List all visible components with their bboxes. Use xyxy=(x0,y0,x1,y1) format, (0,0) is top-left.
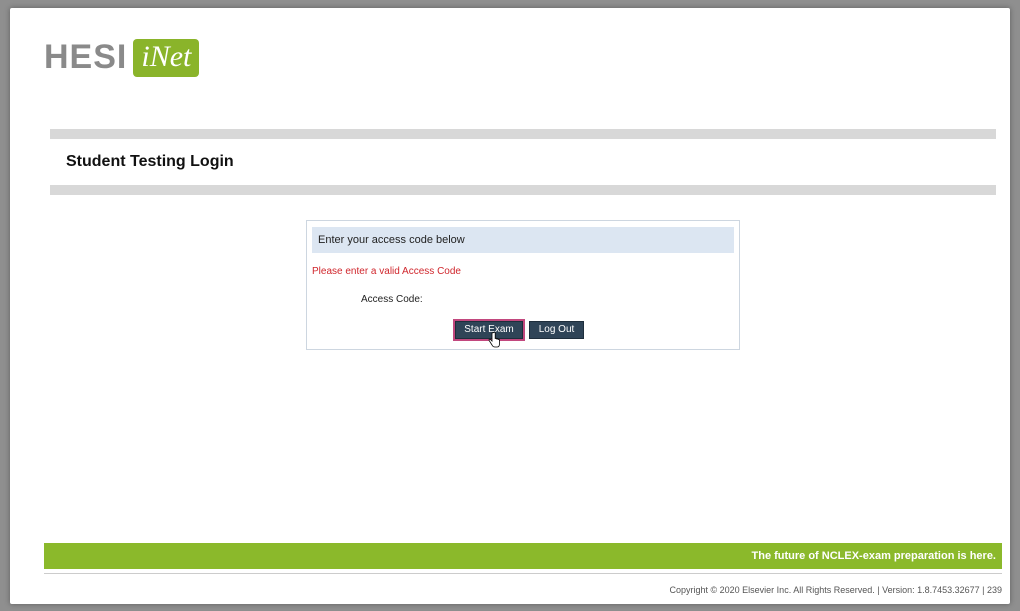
access-code-input[interactable] xyxy=(435,290,639,308)
page-title: Student Testing Login xyxy=(66,153,234,170)
logo-badge-inet: iNet xyxy=(133,38,200,77)
hand-cursor-icon xyxy=(488,332,500,348)
footer-divider xyxy=(44,573,1002,574)
access-code-panel: Enter your access code below Please ente… xyxy=(306,220,740,350)
promo-banner: The future of NCLEX-exam preparation is … xyxy=(44,543,1002,569)
browser-page: HESI iNet Student Testing Login Enter yo… xyxy=(10,8,1010,604)
error-message: Please enter a valid Access Code xyxy=(312,266,461,277)
title-divider-bottom xyxy=(50,185,996,195)
access-code-instruction: Enter your access code below xyxy=(312,227,734,253)
log-out-button[interactable]: Log Out xyxy=(529,321,584,339)
copyright-footer: Copyright © 2020 Elsevier Inc. All Right… xyxy=(669,585,1003,595)
title-divider-top xyxy=(50,129,996,139)
hesi-inet-logo: HESI iNet xyxy=(44,38,200,77)
banner-tagline: The future of NCLEX-exam preparation is … xyxy=(751,550,997,562)
logo-text-hesi: HESI xyxy=(44,38,128,76)
access-code-label: Access Code: xyxy=(361,294,423,305)
